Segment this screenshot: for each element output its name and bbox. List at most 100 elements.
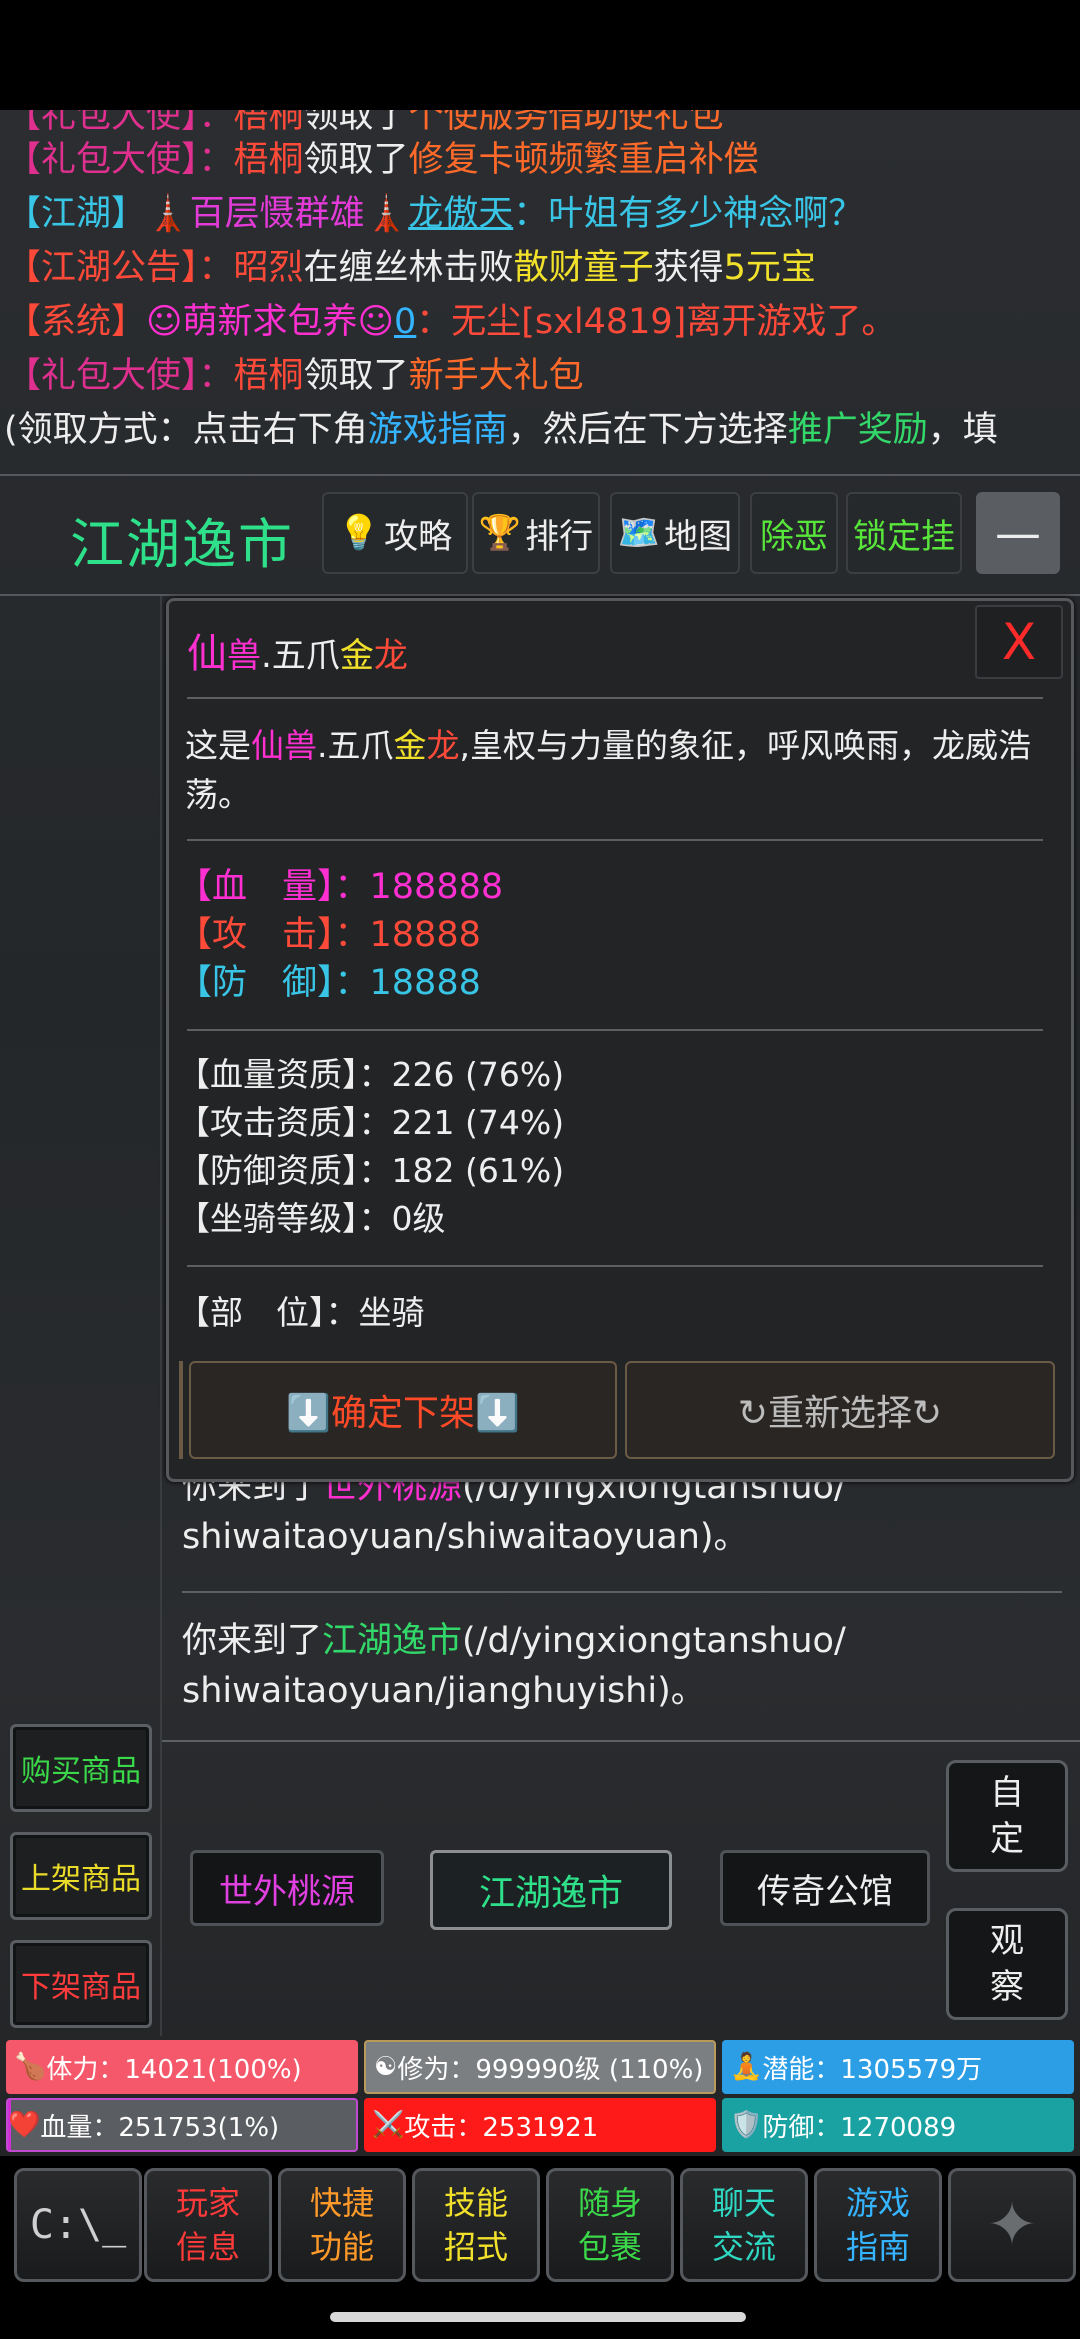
hp-bar: ❤️ 血量：251753(1%) [6,2098,358,2152]
divider [187,839,1043,841]
guide-link[interactable]: 游戏指南 [368,410,508,450]
chat-user[interactable]: 龙傲天 [408,194,513,234]
yin-yang-icon: ☯ [374,2052,398,2082]
button-label: 世外桃源 [219,1871,355,1912]
button-label: ⬇️确定下架⬇️ [286,1393,520,1434]
chat-button[interactable]: 聊天 交流 [680,2168,808,2282]
desc-name: 金 [393,726,427,765]
treasure-icon: ✦ [986,2190,1038,2260]
button-label: 锁定挂 [853,516,955,557]
button-label: 购买商品 [21,1754,141,1789]
delist-goods-button[interactable]: 下架商品 [10,1940,152,2028]
potential-bar: 🧘 潜能：1305579万 [722,2040,1074,2094]
game-guide-button[interactable]: 游戏 指南 [814,2168,942,2282]
desc-name: 仙 [251,726,284,765]
chat-text: 领取了 [303,140,409,180]
treasure-button[interactable]: ✦ [948,2168,1076,2282]
stamina-icon: 🍗 [14,2052,47,2082]
minimize-button[interactable]: — [976,492,1060,574]
guide-button[interactable]: 💡 攻略 [322,492,468,574]
home-indicator[interactable] [330,2312,746,2322]
stat-label: 【防 御】： [177,963,370,1003]
exit-east-button[interactable]: 传奇公馆 [720,1850,930,1926]
chat-user[interactable]: 梧桐 [234,140,304,180]
chat-tag: 【礼包大使】 [6,140,199,180]
item-description: 这是仙兽.五爪金龙,皇权与力量的象征，呼风唤雨，龙威浩荡。 [185,721,1065,819]
close-button[interactable]: X [975,605,1063,679]
confirm-delist-button[interactable]: ⬇️确定下架⬇️ [189,1361,617,1459]
eliminate-evil-button[interactable]: 除恶 [750,492,838,574]
button-label: 游戏 指南 [846,2181,910,2269]
chat-reward: 5元宝 [723,248,816,288]
custom-button[interactable]: 自定 [946,1760,1068,1872]
label-line: 功能 [309,2228,374,2266]
mount-level: 【坐骑等级】：0级 [177,1199,446,1238]
shield-icon: 🛡️ [730,2110,763,2140]
log-text: (/d/yingxiongtanshuo/ [462,1621,846,1661]
stamina-bar: 🍗 体力：14021(100%) [6,2040,358,2094]
chat-text: 在缠丝林击败 [303,248,514,288]
chat-title: 🗼百层慑群雄🗼 [146,194,409,234]
chat-user[interactable]: 梧桐 [234,356,304,396]
current-location-button[interactable]: 江湖逸市 [430,1850,672,1930]
terminal-icon: C:\_ [29,2202,127,2248]
chat-user[interactable]: 昭烈 [234,248,304,288]
inventory-button[interactable]: 随身 包裹 [546,2168,674,2282]
promo-link[interactable]: 推广奖励 [788,410,928,450]
button-label: 技能 招式 [444,2181,508,2269]
chat-boss: 散财童子 [513,248,654,288]
button-label: 下架商品 [21,1970,141,2005]
stamina-text: 体力：14021(100%) [46,2054,302,2085]
button-label: 攻略 [384,516,453,557]
chat-title: ☺萌新求包养☺ [146,302,394,342]
skills-button[interactable]: 技能 招式 [412,2168,540,2282]
stat-value: 188888 [369,867,504,907]
left-column [0,596,162,2036]
divider [179,1361,183,1459]
minimize-icon: — [995,506,1041,560]
shortcut-button[interactable]: 快捷 功能 [278,2168,406,2282]
equip-slot: 【部 位】：坐骑 [177,1293,425,1332]
defense-bar: 🛡️ 防御：1270089 [722,2098,1074,2152]
buy-goods-button[interactable]: 购买商品 [10,1724,152,1812]
console-button[interactable]: C:\_ [14,2168,142,2282]
defense-aptitude: 【防御资质】：182 (61%) [177,1151,565,1190]
lock-hang-button[interactable]: 锁定挂 [846,492,962,574]
stat-attack: 【攻 击】：18888 [177,911,481,959]
attack-bar: ⚔️ 攻击：2531921 [364,2098,716,2152]
title-part: 金 [339,636,374,676]
cultivation-text: 修为：999990级 (110%) [397,2054,704,2085]
observe-button[interactable]: 观察 [946,1908,1068,2020]
label-line: 技能 [443,2184,508,2222]
desc-text: 这是 [185,726,251,765]
chat-log[interactable]: 【礼包大使】：梧桐领取了个使版务借助使礼包 【礼包大使】：梧桐领取了修复卡顿频繁… [0,110,1080,474]
stat-value: 18888 [369,963,481,1003]
chat-item: 新手大礼包 [408,356,584,396]
chat-user[interactable]: 梧桐 [234,110,304,136]
log-place[interactable]: 江湖逸市 [322,1621,462,1661]
map-button[interactable]: 🗺️ 地图 [610,492,740,574]
label-line: 玩家 [175,2184,240,2222]
attack-text: 攻击：2531921 [404,2112,599,2143]
potential-text: 潜能：1305579万 [762,2054,983,2085]
chat-user[interactable]: 0 [394,302,416,342]
reselect-button[interactable]: ↻重新选择↻ [625,1361,1055,1459]
button-label: 快捷 功能 [310,2181,374,2269]
title-part: 龙 [373,636,408,676]
location-title: 江湖逸市 [70,513,294,576]
ranking-button[interactable]: 🏆 排行 [472,492,600,574]
chat-text: (领取方式：点击右下角 [4,410,368,450]
exit-west-button[interactable]: 世外桃源 [190,1850,384,1926]
label-line: 招式 [443,2228,508,2266]
attack-aptitude: 【攻击资质】：221 (74%) [177,1103,565,1142]
player-info-button[interactable]: 玩家 信息 [144,2168,272,2282]
button-label: 随身 包裹 [578,2181,642,2269]
item-detail-modal: 仙兽.五爪金龙 X 这是仙兽.五爪金龙,皇权与力量的象征，呼风唤雨，龙威浩荡。 … [166,598,1074,1482]
divider [0,474,1080,476]
chat-tag: 【江湖公告】 [6,248,199,288]
label-line: 指南 [845,2228,910,2266]
button-label: 除恶 [760,516,828,557]
hp-text: 血量：251753(1%) [40,2112,280,2143]
title-part: 兽 [227,636,261,676]
list-goods-button[interactable]: 上架商品 [10,1832,152,1920]
